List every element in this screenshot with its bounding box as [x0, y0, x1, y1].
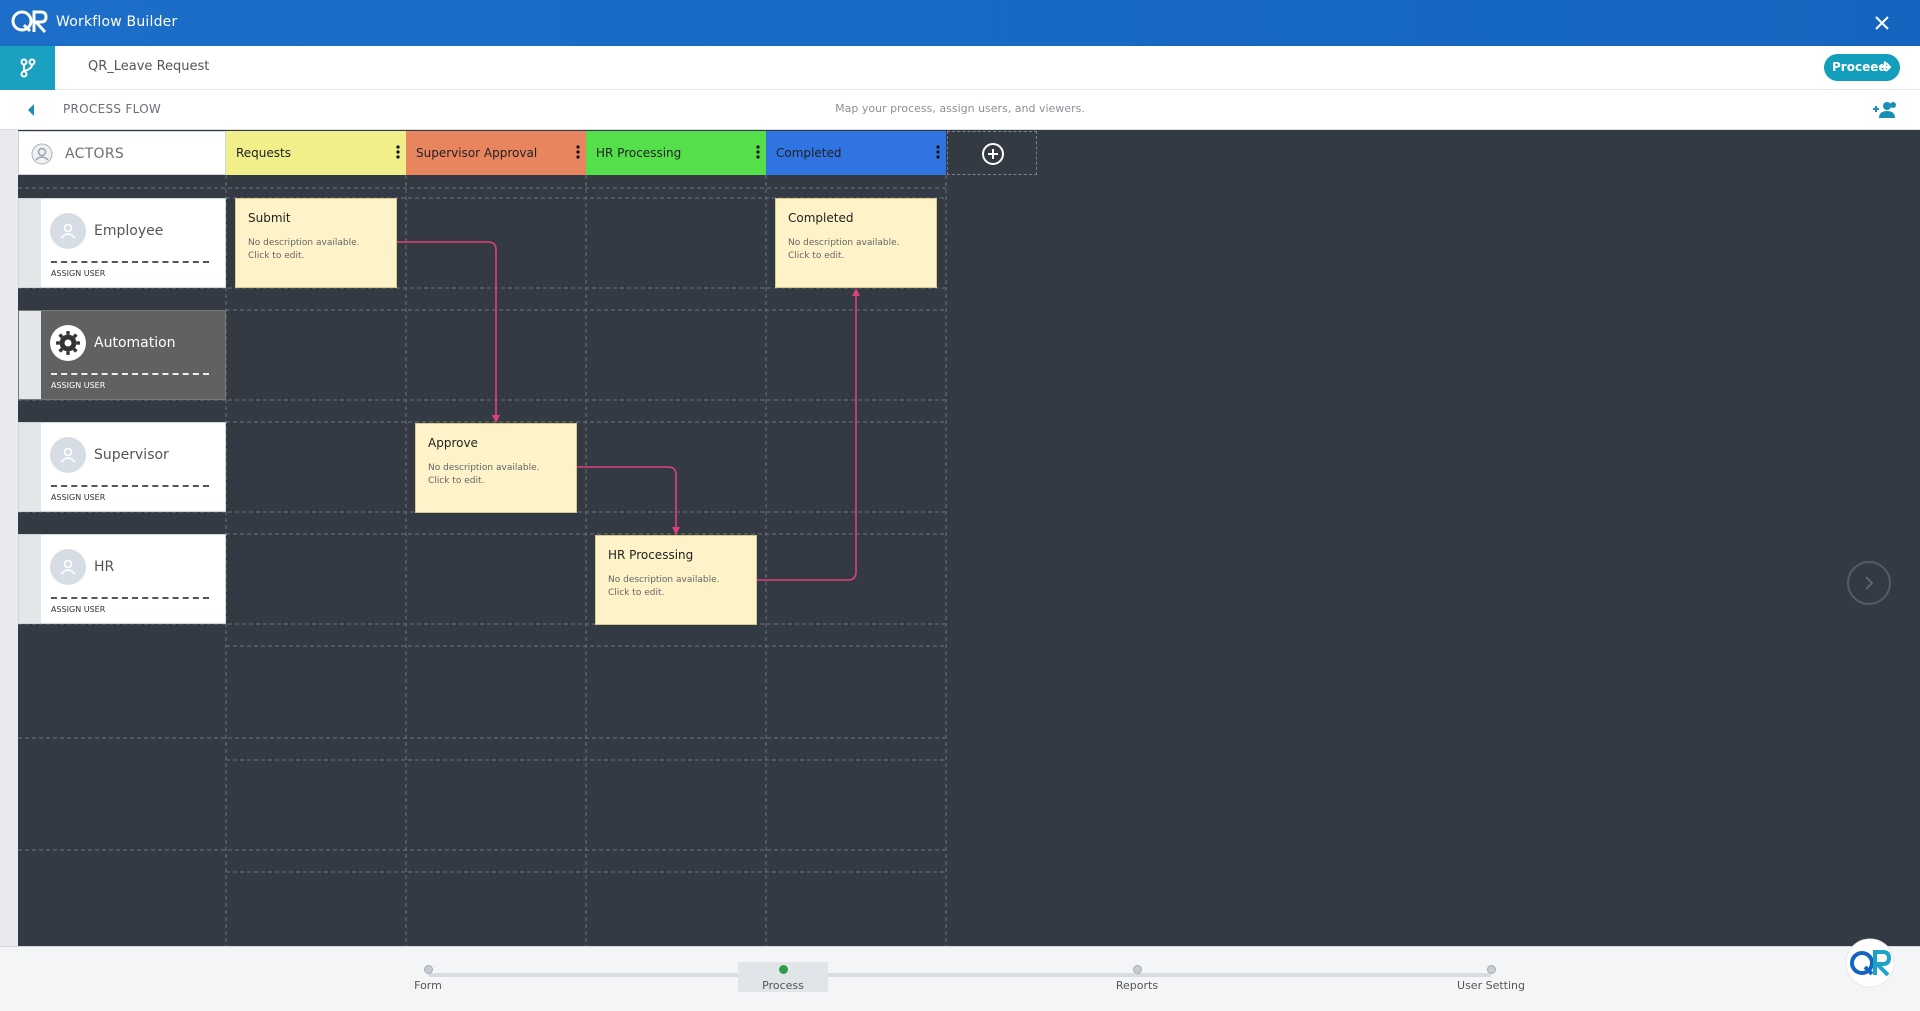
step-progress-track [428, 973, 1491, 977]
user-avatar-icon [50, 437, 86, 473]
task-card-submit[interactable]: Submit No description available. Click t… [235, 198, 397, 288]
task-description: No description available. Click to edit. [428, 463, 540, 486]
column-header-requests[interactable]: Requests [226, 131, 406, 175]
column-header-label: HR Processing [596, 146, 682, 160]
task-name: Approve [428, 436, 478, 450]
user-avatar-icon [50, 213, 86, 249]
actor-name: Supervisor [94, 447, 169, 463]
task-name: HR Processing [608, 548, 694, 562]
actor-supervisor[interactable]: Supervisor ASSIGN USER [18, 422, 226, 512]
assign-user-link[interactable]: ASSIGN USER [51, 605, 105, 614]
actor-drag-handle[interactable] [19, 423, 41, 511]
actor-employee[interactable]: Employee ASSIGN USER [18, 198, 226, 288]
column-header-hr-processing[interactable]: HR Processing [586, 131, 766, 175]
proceed-button[interactable]: Proceed [1824, 54, 1900, 81]
kebab-menu-icon[interactable] [576, 145, 580, 159]
actor-hr[interactable]: HR ASSIGN USER [18, 534, 226, 624]
scroll-right-button[interactable] [1847, 561, 1891, 605]
task-description: No description available. Click to edit. [788, 238, 900, 261]
actor-name: Automation [94, 335, 176, 351]
step-navigation-bar [0, 946, 1920, 1011]
step-dot [1486, 965, 1496, 974]
task-description: No description available. Click to edit. [608, 575, 720, 598]
column-header-completed[interactable]: Completed [766, 131, 946, 175]
process-flow-header: PROCESS FLOW Map your process, assign us… [0, 90, 1920, 130]
canvas-left-gutter [0, 130, 18, 946]
divider [51, 597, 209, 599]
arrow-right-icon [1880, 62, 1892, 72]
divider [51, 261, 209, 263]
qr-logo-icon [11, 10, 48, 34]
step-label: Process [762, 979, 804, 992]
kebab-menu-icon[interactable] [756, 145, 760, 159]
actors-header: ACTORS [18, 131, 226, 175]
actor-drag-handle[interactable] [19, 199, 41, 287]
step-label: User Setting [1457, 979, 1525, 992]
form-name: QR_Leave Request [88, 59, 210, 74]
add-column-icon[interactable] [981, 142, 1005, 166]
actor-drag-handle[interactable] [19, 535, 41, 623]
gear-icon [50, 325, 86, 361]
actor-automation[interactable]: Automation ASSIGN USER [18, 310, 226, 400]
actor-drag-handle[interactable] [19, 311, 41, 399]
task-description: No description available. Click to edit. [248, 238, 360, 261]
assign-user-link[interactable]: ASSIGN USER [51, 269, 105, 278]
assign-user-link[interactable]: ASSIGN USER [51, 493, 105, 502]
step-dot [423, 965, 433, 974]
step-user-setting[interactable]: User Setting [1431, 963, 1551, 992]
column-header-label: Supervisor Approval [416, 146, 538, 160]
step-reports[interactable]: Reports [1077, 963, 1197, 992]
column-header-label: Completed [776, 146, 842, 160]
task-card-completed[interactable]: Completed No description available. Clic… [775, 198, 937, 288]
actors-icon [31, 143, 53, 165]
step-process[interactable]: Process [723, 963, 843, 992]
kebab-menu-icon[interactable] [396, 145, 400, 159]
workflow-branch-button[interactable] [0, 46, 55, 90]
title-bar: Workflow Builder [0, 0, 1920, 46]
step-dot [1132, 965, 1142, 974]
task-name: Completed [788, 211, 854, 225]
branch-icon [20, 58, 36, 78]
form-header: QR_Leave Request Proceed [0, 46, 1920, 90]
user-avatar-icon [50, 549, 86, 585]
task-name: Submit [248, 211, 291, 225]
divider [51, 485, 209, 487]
assign-user-link[interactable]: ASSIGN USER [51, 381, 105, 390]
column-header-supervisor-approval[interactable]: Supervisor Approval [406, 131, 586, 175]
task-card-hr-processing[interactable]: HR Processing No description available. … [595, 535, 757, 625]
column-header-label: Requests [236, 146, 291, 160]
app-title: Workflow Builder [56, 14, 178, 30]
add-column-slot [947, 131, 1037, 175]
task-card-approve[interactable]: Approve No description available. Click … [415, 423, 577, 513]
chevron-right-icon [1865, 576, 1874, 590]
actors-header-label: ACTORS [65, 146, 125, 162]
close-icon[interactable] [1870, 11, 1894, 35]
kebab-menu-icon[interactable] [936, 145, 940, 159]
step-label: Reports [1115, 979, 1159, 992]
actor-name: HR [94, 559, 115, 575]
step-dot [778, 965, 788, 974]
actor-name: Employee [94, 223, 164, 239]
step-form[interactable]: Form [368, 963, 488, 992]
add-user-icon[interactable] [1872, 99, 1898, 121]
qr-brand-logo-icon[interactable] [1842, 938, 1898, 988]
step-label: Form [414, 979, 442, 992]
divider [51, 373, 209, 375]
process-flow-subtitle: Map your process, assign users, and view… [835, 102, 1085, 115]
